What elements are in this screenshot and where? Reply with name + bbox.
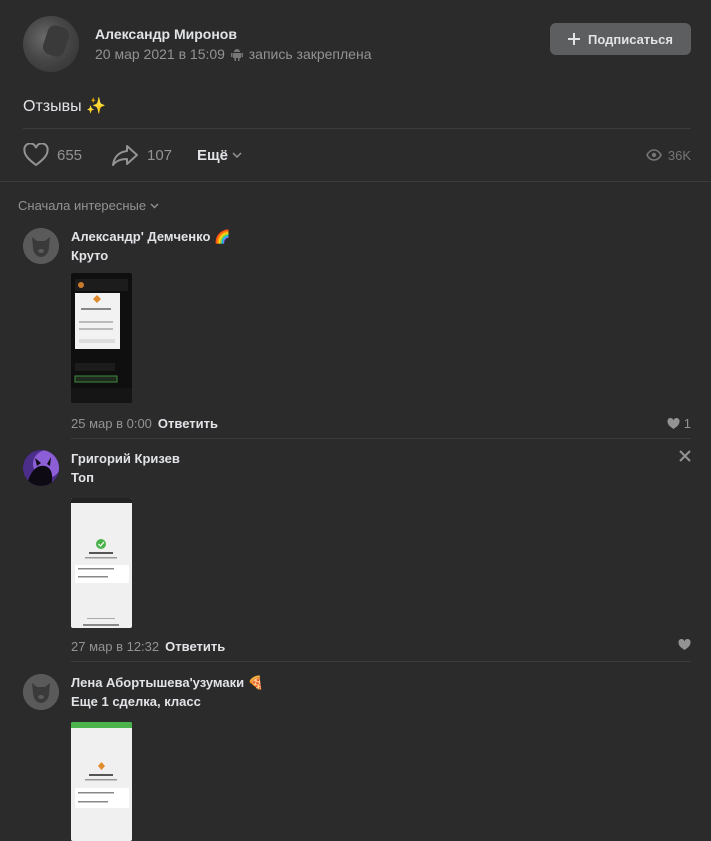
comment-footer: 25 мар в 0:00 Ответить (71, 416, 218, 431)
like-count: 655 (57, 146, 83, 164)
like-button[interactable]: 655 (23, 140, 82, 170)
comment-date[interactable]: 27 мар в 12:32 (71, 639, 159, 654)
comment: Александр' Демченко 🌈 Круто 25 мар в 0:0… (23, 228, 691, 439)
share-count: 107 (147, 146, 173, 164)
comment-like-count: 1 (683, 416, 691, 431)
close-icon[interactable] (679, 450, 691, 462)
comment-avatar[interactable] (23, 674, 59, 710)
comment: Григорий Кризев Топ 27 мар в 12:32 Ответи… (23, 450, 691, 662)
post-author[interactable]: Александр Миронов (95, 26, 237, 42)
post-text: Отзывы ✨ (23, 98, 106, 115)
comment-text: Еще 1 сделка, класс (71, 694, 201, 709)
comment-photo[interactable] (71, 498, 132, 628)
author-avatar[interactable] (23, 16, 79, 72)
more-button[interactable]: Ещё (197, 140, 242, 170)
more-label: Ещё (197, 146, 229, 164)
sort-label: Сначала интересные (18, 198, 147, 213)
chevron-down-icon (232, 152, 242, 158)
avatar-image (23, 450, 59, 486)
subscribe-button[interactable]: Подписаться (550, 23, 691, 55)
comment-photo[interactable] (71, 273, 132, 403)
pinned-label: запись закреплена (248, 46, 372, 62)
comment-like-button[interactable]: 1 (667, 416, 691, 431)
post-header: Александр Миронов 20 мар 2021 в 15:09 за… (23, 16, 691, 72)
comment-text: Топ (71, 470, 94, 485)
comment-avatar[interactable] (23, 228, 59, 264)
eye-icon (645, 149, 662, 161)
comment-text: Круто (71, 248, 109, 263)
chevron-down-icon (150, 203, 159, 208)
comment-photo[interactable] (71, 722, 132, 841)
plus-icon (567, 33, 580, 45)
divider (23, 128, 691, 129)
heart-icon (23, 143, 49, 167)
heart-icon (678, 639, 691, 650)
divider (0, 181, 711, 182)
comment: Лена Абортышева'узумаки 🍕 Еще 1 сделка, … (23, 674, 691, 841)
divider (71, 661, 691, 662)
post-meta: 20 мар 2021 в 15:09 запись закреплена (95, 46, 371, 62)
share-icon (112, 145, 138, 166)
reply-button[interactable]: Ответить (158, 416, 218, 431)
divider (71, 438, 691, 439)
comment-author[interactable]: Лена Абортышева'узумаки 🍕 (71, 675, 264, 691)
comment-footer: 27 мар в 12:32 Ответить (71, 639, 225, 654)
subscribe-label: Подписаться (587, 31, 673, 47)
reply-button[interactable]: Ответить (165, 639, 225, 654)
comment-author[interactable]: Григорий Кризев (71, 451, 180, 466)
comment-avatar[interactable] (23, 450, 59, 486)
post-date[interactable]: 20 мар 2021 в 15:09 (95, 46, 225, 62)
post-actions: 655 107 Ещё 36K (23, 140, 691, 170)
views-count: 36K (667, 147, 691, 163)
share-button[interactable]: 107 (111, 140, 172, 170)
comment-like-button[interactable] (678, 639, 691, 651)
comments-sort[interactable]: Сначала интересные (18, 198, 159, 213)
comment-author[interactable]: Александр' Демченко 🌈 (71, 229, 230, 245)
dog-icon (23, 674, 59, 710)
android-icon (230, 49, 243, 61)
dog-icon (23, 228, 59, 264)
views: 36K (645, 140, 691, 170)
comment-date[interactable]: 25 мар в 0:00 (71, 416, 152, 431)
heart-icon (667, 417, 680, 429)
